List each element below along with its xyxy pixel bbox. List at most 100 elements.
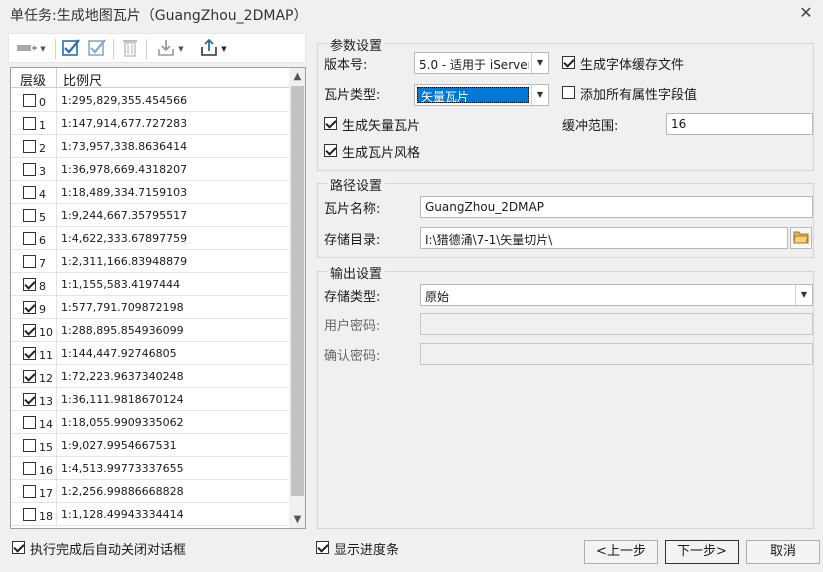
user-password-input[interactable] <box>420 313 813 335</box>
level-number: 4 <box>39 188 46 201</box>
storage-dir-input[interactable]: I:\猎德涌\7-1\矢量切片\ <box>420 227 788 249</box>
level-scale: 1:9,244,667.35795517 <box>61 209 188 222</box>
level-checkbox[interactable] <box>23 347 36 360</box>
tile-type-label: 瓦片类型: <box>324 88 381 103</box>
column-divider <box>56 273 57 296</box>
level-scale: 1:36,978,669.4318207 <box>61 163 188 176</box>
chevron-down-icon: ▼ <box>795 285 812 305</box>
next-button[interactable]: 下一步> <box>665 540 739 564</box>
level-row[interactable]: 15 1:9,027.9954667531 <box>11 434 289 457</box>
level-scale: 1:144,447.92746805 <box>61 347 177 360</box>
level-row[interactable]: 3 1:36,978,669.4318207 <box>11 158 289 181</box>
level-checkbox[interactable] <box>23 416 36 429</box>
level-row[interactable]: 17 1:2,256.99886668828 <box>11 480 289 503</box>
level-checkbox[interactable] <box>23 186 36 199</box>
level-checkbox[interactable] <box>23 140 36 153</box>
level-row[interactable]: 10 1:288,895.854936099 <box>11 319 289 342</box>
column-divider <box>56 135 57 158</box>
level-checkbox[interactable] <box>23 370 36 383</box>
folder-open-icon <box>793 230 809 247</box>
level-checkbox[interactable] <box>23 485 36 498</box>
gen-vector-tile-checkbox[interactable] <box>324 117 337 130</box>
delete-button[interactable] <box>119 37 141 61</box>
level-row[interactable]: 7 1:2,311,166.83948879 <box>11 250 289 273</box>
scroll-up-icon[interactable]: ▲ <box>289 68 305 85</box>
level-row[interactable]: 5 1:9,244,667.35795517 <box>11 204 289 227</box>
level-checkbox[interactable] <box>23 439 36 452</box>
prev-button[interactable]: <上一步 <box>584 540 658 564</box>
browse-folder-button[interactable] <box>790 227 812 249</box>
level-scale: 1:1,128.49943334414 <box>61 508 184 521</box>
level-number: 14 <box>39 418 53 431</box>
level-checkbox[interactable] <box>23 324 36 337</box>
level-number: 1 <box>39 119 46 132</box>
level-scale: 1:18,489,334.7159103 <box>61 186 188 199</box>
scroll-down-icon[interactable]: ▼ <box>289 511 305 528</box>
vertical-scrollbar[interactable]: ▲ ▼ <box>289 68 305 528</box>
level-checkbox[interactable] <box>23 393 36 406</box>
delete-icon <box>121 38 139 61</box>
level-number: 9 <box>39 303 46 316</box>
level-row[interactable]: 16 1:4,513.99773337655 <box>11 457 289 480</box>
level-row[interactable]: 2 1:73,957,338.8636414 <box>11 135 289 158</box>
level-row[interactable]: 11 1:144,447.92746805 <box>11 342 289 365</box>
column-divider <box>56 181 57 204</box>
level-checkbox[interactable] <box>23 163 36 176</box>
chevron-down-icon: ▼ <box>221 45 227 53</box>
level-row[interactable]: 1 1:147,914,677.727283 <box>11 112 289 135</box>
column-divider <box>56 68 57 88</box>
column-header-scale[interactable]: 比例尺 <box>63 70 102 89</box>
add-all-attr-checkbox[interactable] <box>562 86 575 99</box>
level-row[interactable]: 6 1:4,622,333.67897759 <box>11 227 289 250</box>
select-all-button[interactable] <box>60 37 82 61</box>
level-checkbox[interactable] <box>23 255 36 268</box>
storage-type-value: 原始 <box>425 290 450 304</box>
add-level-button[interactable]: ▼ <box>12 37 50 61</box>
level-checkbox[interactable] <box>23 117 36 130</box>
buffer-label: 缓冲范围: <box>562 119 619 134</box>
level-row[interactable]: 9 1:577,791.709872198 <box>11 296 289 319</box>
level-row[interactable]: 4 1:18,489,334.7159103 <box>11 181 289 204</box>
level-checkbox[interactable] <box>23 508 36 521</box>
level-checkbox[interactable] <box>23 94 36 107</box>
level-number: 10 <box>39 326 53 339</box>
column-header-level[interactable]: 层级 <box>20 70 46 89</box>
storage-type-select[interactable]: 原始 ▼ <box>420 284 813 306</box>
version-select[interactable]: 5.0 - 适用于 iServer 6I ▼ <box>414 52 549 74</box>
output-group: 输出设置 存储类型: 原始 ▼ 用户密码: 确认密码: <box>317 263 814 529</box>
cancel-button[interactable]: 取消 <box>746 540 820 564</box>
level-row[interactable]: 12 1:72,223.9637340248 <box>11 365 289 388</box>
select-none-button[interactable] <box>86 37 108 61</box>
level-row[interactable]: 18 1:1,128.49943334414 <box>11 503 289 526</box>
level-scale: 1:2,256.99886668828 <box>61 485 184 498</box>
level-scale: 1:1,155,583.4197444 <box>61 278 181 291</box>
export-button[interactable]: ▼ <box>195 37 231 61</box>
auto-close-checkbox[interactable] <box>12 541 25 554</box>
level-checkbox[interactable] <box>23 301 36 314</box>
tile-name-input[interactable]: GuangZhou_2DMAP <box>420 196 813 218</box>
level-row[interactable]: 8 1:1,155,583.4197444 <box>11 273 289 296</box>
import-button[interactable]: ▼ <box>152 37 188 61</box>
level-row[interactable]: 0 1:295,829,355.454566 <box>11 89 289 112</box>
show-progress-checkbox[interactable] <box>316 541 329 554</box>
level-checkbox[interactable] <box>23 232 36 245</box>
path-group: 路径设置 瓦片名称: GuangZhou_2DMAP 存储目录: I:\猎德涌\… <box>317 175 814 258</box>
level-row[interactable]: 13 1:36,111.9818670124 <box>11 388 289 411</box>
level-number: 6 <box>39 234 46 247</box>
gen-tile-style-checkbox[interactable] <box>324 144 337 157</box>
output-group-title: 输出设置 <box>327 263 386 282</box>
column-divider <box>56 480 57 503</box>
level-checkbox[interactable] <box>23 278 36 291</box>
level-checkbox[interactable] <box>23 462 36 475</box>
show-progress-label: 显示进度条 <box>334 543 400 558</box>
scroll-thumb[interactable] <box>291 86 304 496</box>
level-row[interactable]: 14 1:18,055.9909335062 <box>11 411 289 434</box>
level-number: 7 <box>39 257 46 270</box>
level-checkbox[interactable] <box>23 209 36 222</box>
level-list[interactable]: 层级 比例尺 0 1:295,829,355.454566 1 1:147,914,6… <box>10 67 306 529</box>
buffer-input[interactable]: 16 <box>666 113 813 135</box>
confirm-password-input[interactable] <box>420 343 813 365</box>
close-button[interactable]: ✕ <box>795 3 817 23</box>
gen-font-cache-checkbox[interactable] <box>562 56 575 69</box>
tile-type-select[interactable]: 矢量瓦片 ▼ <box>414 84 549 106</box>
